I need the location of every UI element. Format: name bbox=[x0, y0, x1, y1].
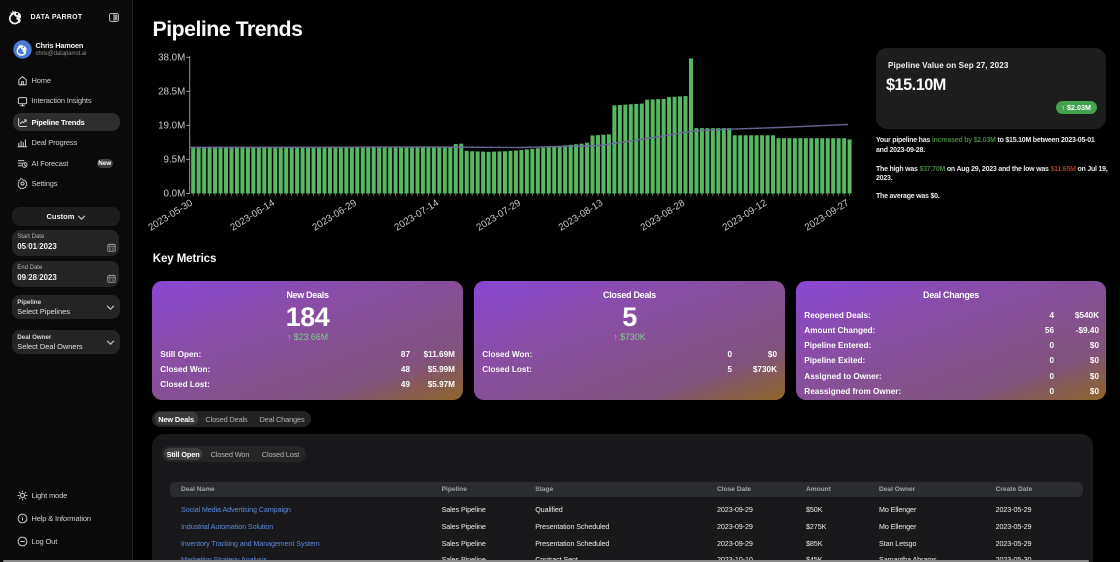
svg-text:2023-06-14: 2023-06-14 bbox=[229, 197, 278, 233]
svg-text:28.5M: 28.5M bbox=[158, 87, 185, 98]
svg-text:2023-09-12: 2023-09-12 bbox=[721, 198, 769, 234]
svg-text:2023-07-14: 2023-07-14 bbox=[393, 197, 442, 233]
svg-text:2023-06-29: 2023-06-29 bbox=[311, 198, 359, 234]
svg-text:2023-05-30: 2023-05-30 bbox=[146, 197, 195, 233]
svg-text:38.0M: 38.0M bbox=[158, 53, 185, 64]
svg-text:2023-09-27: 2023-09-27 bbox=[803, 198, 851, 234]
svg-text:2023-08-28: 2023-08-28 bbox=[639, 197, 688, 233]
svg-text:9.5M: 9.5M bbox=[164, 155, 186, 166]
svg-text:2023-07-29: 2023-07-29 bbox=[475, 198, 523, 234]
svg-text:19.0M: 19.0M bbox=[158, 121, 185, 132]
svg-text:2023-08-13: 2023-08-13 bbox=[557, 197, 606, 233]
svg-text:0.0M: 0.0M bbox=[164, 189, 186, 200]
